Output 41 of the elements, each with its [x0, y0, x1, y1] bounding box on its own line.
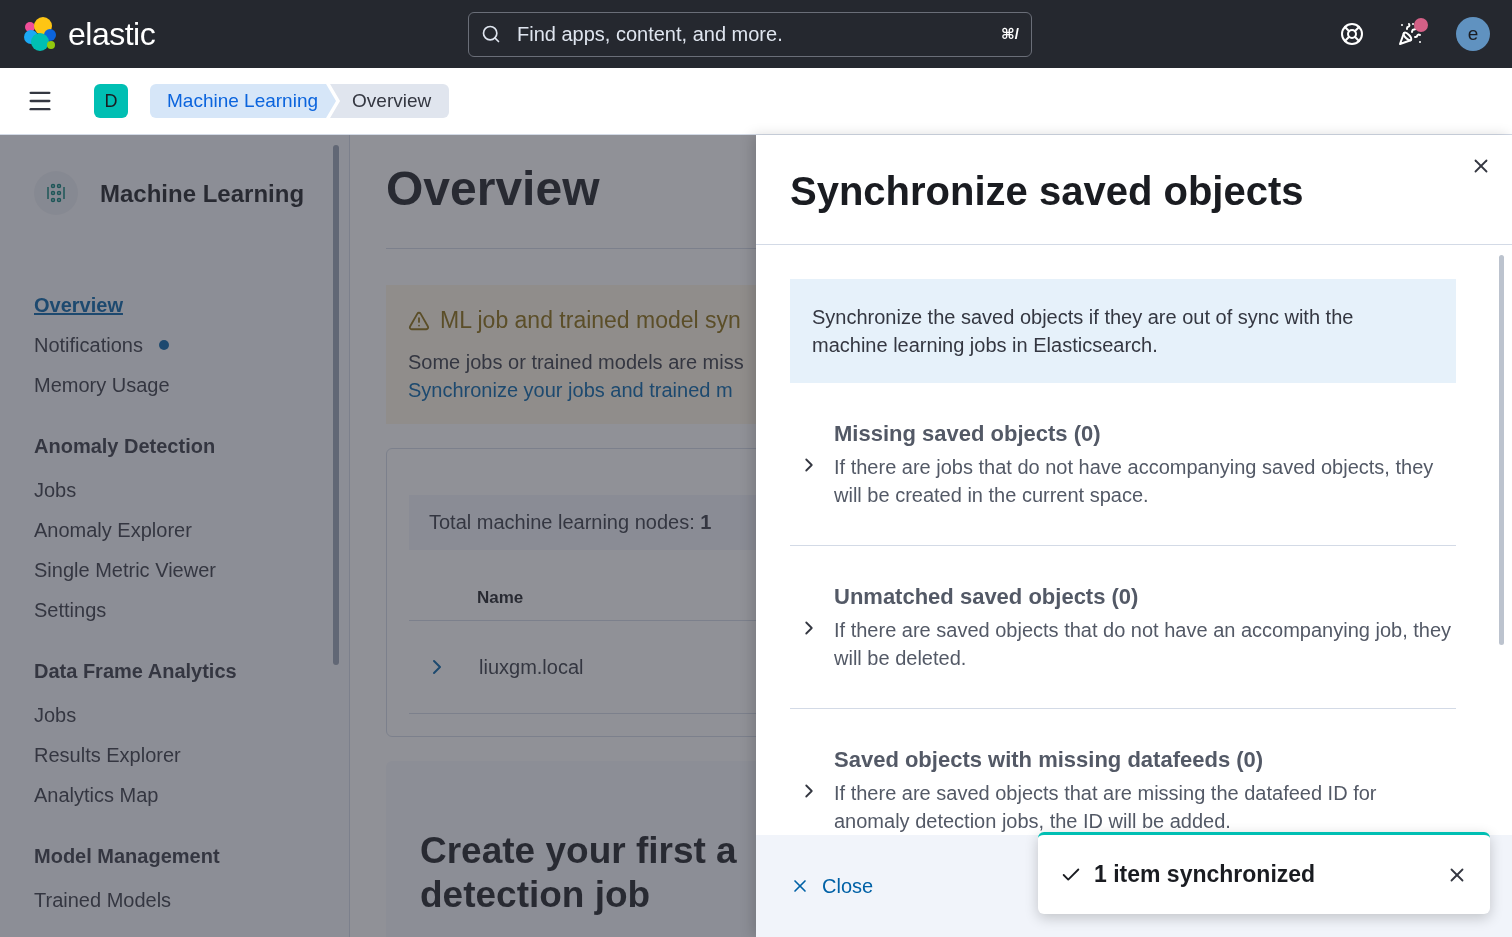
- accordion-title[interactable]: Saved objects with missing datafeeds (0): [834, 747, 1456, 773]
- callout-text: Some jobs or trained models are miss: [408, 350, 745, 375]
- accordion-description: If there are saved objects that are missing the datafeed ID for anomaly detection jobs, the ID will be added.: [834, 781, 1378, 834]
- breadcrumb[interactable]: Overview: [330, 84, 450, 118]
- news-button[interactable]: [1398, 22, 1422, 46]
- sidebar-title: Machine Learning: [100, 178, 305, 209]
- keyboard-shortcut: ⌘/: [1000, 25, 1019, 43]
- nav-section-heading: Model Management: [34, 845, 221, 868]
- toast-message: 1 item synchronized: [1094, 861, 1317, 888]
- machine-learning-icon: [44, 181, 68, 205]
- table-cell: liuxgm.local: [479, 655, 584, 679]
- nav-item[interactable]: Overview: [34, 285, 329, 325]
- search-icon: [481, 24, 501, 44]
- nav-item[interactable]: Jobs: [34, 695, 329, 735]
- info-callout: Synchronize the saved objects if they are out of sync with the machine learning jobs in Elasticsearch.: [790, 279, 1456, 383]
- search-input[interactable]: Find apps, content, and more.: [515, 21, 987, 47]
- close-button[interactable]: Close: [790, 874, 874, 898]
- accordion-title[interactable]: Missing saved objects (0): [834, 421, 1456, 447]
- panel-heading: Create your first a detection job: [420, 829, 737, 917]
- help-button[interactable]: [1340, 22, 1364, 46]
- breadcrumb[interactable]: Machine Learning: [150, 84, 337, 118]
- nav-section-heading: Data Frame Analytics: [34, 660, 238, 683]
- nav-item[interactable]: Single Metric Viewer: [34, 550, 329, 590]
- nav-section-heading: Anomaly Detection: [34, 435, 217, 458]
- sync-link[interactable]: Synchronize your jobs and trained m: [408, 376, 733, 404]
- nav-item[interactable]: Settings: [34, 590, 329, 630]
- callout-title: ML job and trained model syn: [440, 307, 741, 334]
- accordion-description: If there are saved objects that do not have an accompanying job, they will be deleted.: [834, 618, 1453, 671]
- space-avatar[interactable]: D: [94, 84, 128, 118]
- nav-item[interactable]: Memory Usage: [34, 365, 329, 405]
- nav-item[interactable]: Trained Models: [34, 880, 329, 920]
- elastic-logo-icon: [22, 16, 58, 52]
- user-avatar[interactable]: e: [1456, 17, 1490, 51]
- warning-icon: [408, 309, 430, 332]
- search-field[interactable]: Find apps, content, and more. ⌘/: [468, 11, 1032, 57]
- nav-item[interactable]: Results Explorer: [34, 735, 329, 775]
- nav-item[interactable]: Notifications: [34, 325, 329, 365]
- nav-item[interactable]: Jobs: [34, 470, 329, 510]
- elastic-logo-text: elastic: [68, 15, 156, 53]
- nav-item[interactable]: Anomaly Explorer: [34, 510, 329, 550]
- nav-item[interactable]: Analytics Map: [34, 775, 329, 815]
